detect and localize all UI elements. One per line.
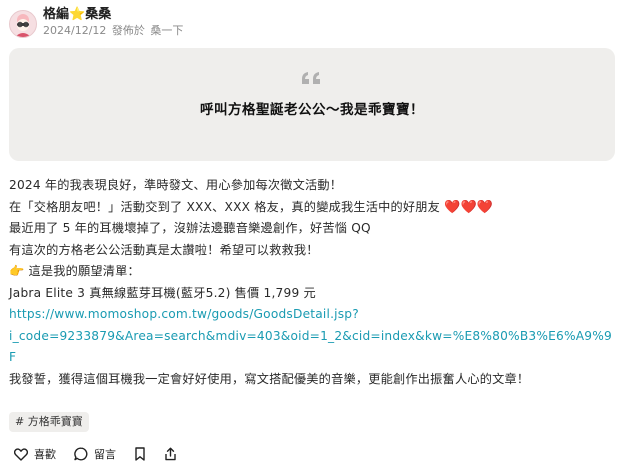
comment-label: 留言	[94, 448, 116, 461]
hashtag-chip[interactable]: # 方格乖寶寶	[9, 412, 89, 432]
body-line: Jabra Elite 3 真無線藍芽耳機(藍牙5.2) 售價 1,799 元	[9, 285, 316, 300]
post-header: 格編⭐桑桑 2024/12/12 發佈於 桑一下	[9, 6, 183, 38]
published-in-label: 發佈於	[111, 24, 145, 37]
quote-card: 呼叫方格聖誕老公公～我是乖寶寶！	[9, 48, 615, 161]
like-button[interactable]: 喜歡	[14, 446, 56, 462]
author-name-prefix: 格編	[43, 7, 70, 22]
quote-title: 呼叫方格聖誕老公公～我是乖寶寶！	[200, 102, 424, 118]
product-link-continued[interactable]: i_code=9233879&Area=search&mdiv=403&oid=…	[9, 329, 612, 365]
body-line: 👉 這是我的願望清單：	[9, 261, 619, 283]
author-avatar[interactable]	[9, 10, 37, 38]
body-line: 我發誓，獲得這個耳機我一定會好好使用，寫文搭配優美的音樂，更能創作出振奮人心的文…	[9, 371, 530, 386]
comment-icon	[74, 447, 88, 461]
pointing-hand-icon: 👉	[9, 264, 25, 278]
product-link[interactable]: https://www.momoshop.com.tw/goods/GoodsD…	[9, 307, 359, 321]
action-bar: 喜歡 留言	[14, 446, 195, 462]
body-line: 最近用了 5 年的耳機壞掉了，沒辦法邊聽音樂邊創作，好苦惱 QQ	[9, 221, 371, 235]
post-card: 格編⭐桑桑 2024/12/12 發佈於 桑一下 呼叫方格聖誕老公公～我是乖寶寶…	[0, 0, 626, 472]
star-icon: ⭐	[69, 7, 86, 22]
author-name[interactable]: 格編⭐桑桑	[43, 6, 183, 23]
body-line-text: 在「交格朋友吧！」活動交到了 XXX、XXX 格友，真的變成我生活中的好朋友	[9, 199, 441, 214]
quote-icon	[9, 70, 615, 90]
author-name-suffix: 桑桑	[85, 7, 112, 22]
bookmark-icon	[135, 447, 145, 461]
body-line: 在「交格朋友吧！」活動交到了 XXX、XXX 格友，真的變成我生活中的好朋友 ❤…	[9, 197, 619, 219]
like-label: 喜歡	[34, 448, 56, 461]
product-link-line: i_code=9233879&Area=search&mdiv=403&oid=…	[9, 326, 619, 369]
heart-icon: ❤️❤️❤️	[444, 199, 494, 215]
post-body: 2024 年的我表現良好，準時發文、用心參加每次徵文活動！ 在「交格朋友吧！」活…	[9, 175, 619, 390]
post-meta: 2024/12/12 發佈於 桑一下	[43, 24, 183, 38]
share-icon	[165, 447, 176, 461]
comment-button[interactable]: 留言	[74, 446, 116, 462]
share-button[interactable]	[164, 447, 177, 461]
product-link-line: https://www.momoshop.com.tw/goods/GoodsD…	[9, 304, 619, 326]
body-line: 有這次的方格老公公活動真是太讚啦！希望可以救救我！	[9, 242, 319, 257]
bookmark-button[interactable]	[134, 447, 146, 461]
body-line-text: 這是我的願望清單：	[28, 264, 140, 278]
post-date: 2024/12/12	[43, 24, 107, 37]
board-link[interactable]: 桑一下	[150, 24, 183, 37]
heart-outline-icon	[14, 447, 28, 461]
body-line: 2024 年的我表現良好，準時發文、用心參加每次徵文活動！	[9, 178, 343, 192]
